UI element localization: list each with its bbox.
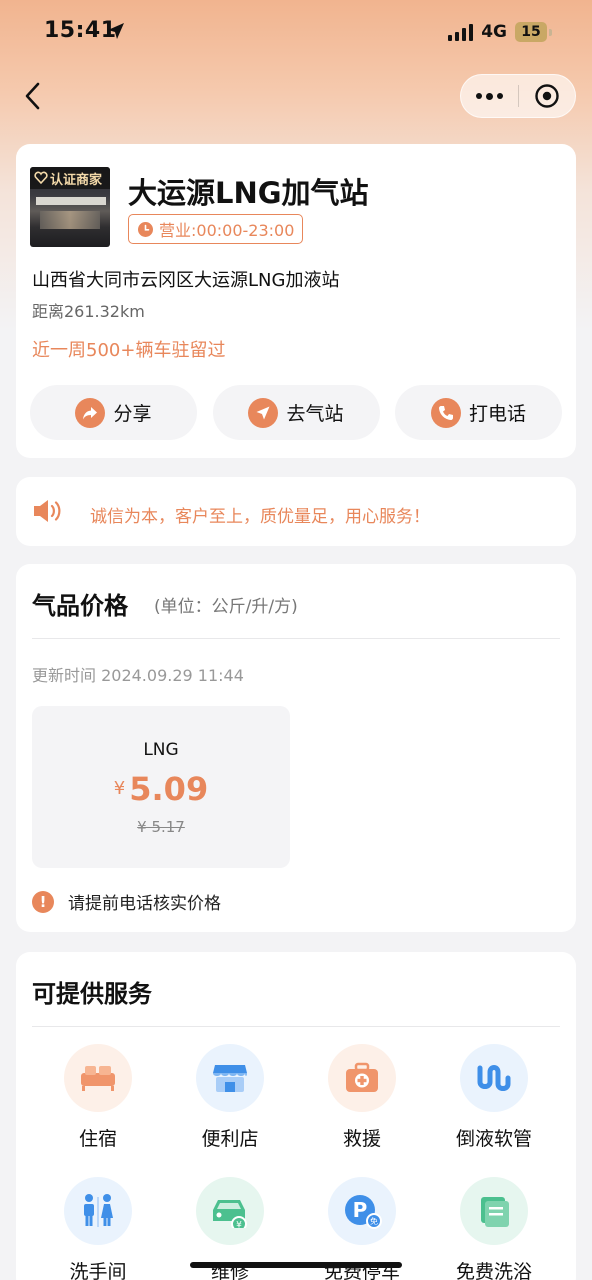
svg-text:¥: ¥ [236,1221,242,1229]
signal-icon [448,23,474,41]
fuel-original-price: ¥ 5.17 [137,818,185,836]
more-menu-icon[interactable] [461,74,518,118]
service-rescue[interactable]: 救援 [296,1044,428,1151]
notice-card: 诚信为本，客户至上，质优量足，用心服务！ [16,477,576,546]
location-arrow-icon [108,23,124,39]
back-icon[interactable] [18,78,52,114]
store-icon [196,1044,264,1112]
services-grid: 住宿 便利店 救援 倒液软管 洗手间 ¥ 维修 P 免 免费停车 免费洗浴 [32,1044,560,1280]
business-hours-badge: 营业:00:00-23:00 [128,214,304,244]
price-section-title: 气品价格 [32,592,128,620]
exclamation-icon: ! [32,890,54,913]
divider [32,638,560,639]
phone-icon [430,397,461,428]
towel-icon [460,1177,528,1245]
network-type: 4G [481,22,507,42]
bed-icon [64,1044,132,1112]
call-button[interactable]: 打电话 [395,385,562,440]
heart-shield-icon [34,171,48,185]
close-target-icon[interactable] [518,74,575,118]
divider [32,1026,560,1027]
clock-icon [138,221,153,237]
price-warning: ! 请提前电话核实价格 [32,889,221,914]
parking-icon: P免 [328,1177,396,1245]
fuel-current-price: ¥5.09 [113,770,209,808]
station-address: 山西省大同市云冈区大运源LNG加液站 [32,270,340,291]
service-convenience-store[interactable]: 便利店 [164,1044,296,1151]
fuel-name: LNG [143,740,179,760]
restroom-icon [64,1177,132,1245]
share-icon [75,397,106,428]
services-card: 可提供服务 住宿 便利店 救援 倒液软管 洗手间 ¥ 维修 P 免 免费停车 免… [16,952,576,1280]
price-unit: (单位：公斤/升/方) [154,597,298,617]
services-title: 可提供服务 [32,980,152,1008]
navigate-icon [248,397,279,428]
price-card: 气品价格 (单位：公斤/升/方) 更新时间 2024.09.29 11:44 L… [16,564,576,932]
service-free-shower[interactable]: 免费洗浴 [428,1177,560,1280]
mini-program-capsule [460,74,576,118]
home-indicator [190,1262,402,1268]
fuel-price-tile[interactable]: LNG ¥5.09 ¥ 5.17 [32,706,290,868]
station-distance: 距离261.32km [32,302,145,321]
service-transfer-hose[interactable]: 倒液软管 [428,1044,560,1151]
action-buttons: 分享 去气站 打电话 [30,385,562,440]
navigate-button[interactable]: 去气站 [212,385,380,440]
certified-badge: 认证商家 [30,167,110,189]
station-name: 大运源LNG加气站 [128,176,369,210]
battery-icon: 15 [515,22,552,42]
status-bar: 15:41 4G 15 [0,0,592,66]
svg-text:免: 免 [370,1216,378,1226]
battery-level: 15 [515,22,547,42]
share-button[interactable]: 分享 [30,385,197,440]
speaker-icon [34,500,61,522]
notice-text: 诚信为本，客户至上，质优量足，用心服务！ [90,507,430,527]
visit-stats: 近一周500+辆车驻留过 [32,340,226,361]
station-photo[interactable]: 认证商家 [30,167,110,247]
car-repair-icon: ¥ [196,1177,264,1245]
service-lodging[interactable]: 住宿 [32,1044,164,1151]
first-aid-icon [328,1044,396,1112]
update-time: 更新时间 2024.09.29 11:44 [32,666,244,685]
service-restroom[interactable]: 洗手间 [32,1177,164,1280]
hose-icon [460,1044,528,1112]
station-card: 认证商家 大运源LNG加气站 营业:00:00-23:00 山西省大同市云冈区大… [16,144,576,458]
svg-text:P: P [353,1198,368,1222]
